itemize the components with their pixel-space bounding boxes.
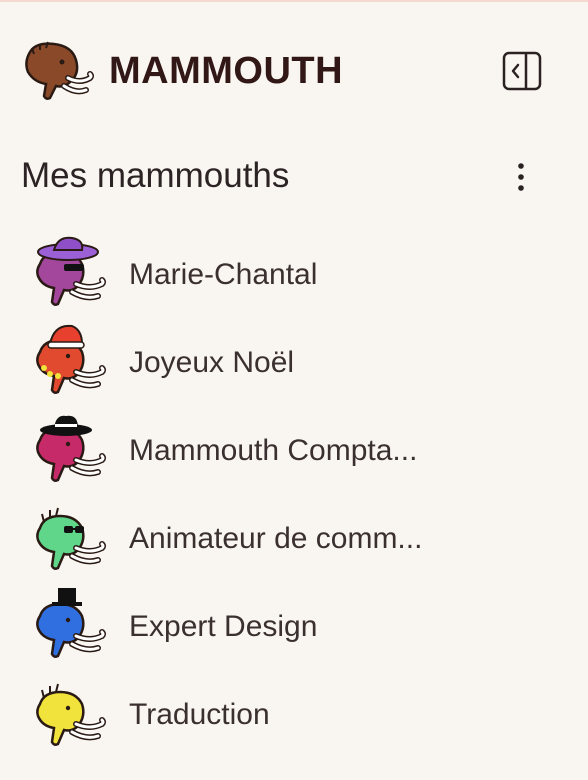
mammoth-avatar-icon: [36, 683, 106, 746]
mammoth-avatar-icon: [36, 507, 106, 570]
list-item[interactable]: Mammouth Compta...: [28, 406, 548, 486]
sidebar: MAMMOUTH Mes mammouths Marie-Chantal Joy…: [0, 0, 588, 780]
mammoth-logo-icon: [25, 41, 94, 100]
list-item-label: Mammouth Compta...: [129, 434, 418, 467]
mammoth-avatar-icon: [36, 236, 106, 306]
list-item-label: Marie-Chantal: [129, 258, 318, 291]
list-item-label: Joyeux Noël: [129, 346, 295, 379]
list-item[interactable]: Traduction: [28, 670, 548, 750]
list-item[interactable]: Joyeux Noël: [28, 318, 548, 398]
sidebar-collapse-icon[interactable]: [502, 51, 542, 91]
list-item-label: Animateur de comm...: [129, 522, 423, 555]
mammoth-avatar-icon: [36, 415, 106, 482]
section-title: Mes mammouths: [21, 156, 290, 195]
list-item-label: Traduction: [129, 698, 270, 731]
list-item[interactable]: Animateur de comm...: [28, 494, 548, 574]
list-item[interactable]: Expert Design: [28, 582, 548, 662]
list-item[interactable]: Marie-Chantal: [28, 230, 548, 310]
list-item-label: Expert Design: [129, 610, 318, 643]
brand-title: MAMMOUTH: [109, 50, 344, 92]
mammoth-avatar-icon: [36, 324, 106, 394]
mammoth-avatar-icon: [36, 588, 106, 658]
sidebar-header: MAMMOUTH: [20, 38, 550, 108]
more-vertical-icon[interactable]: [506, 158, 536, 196]
